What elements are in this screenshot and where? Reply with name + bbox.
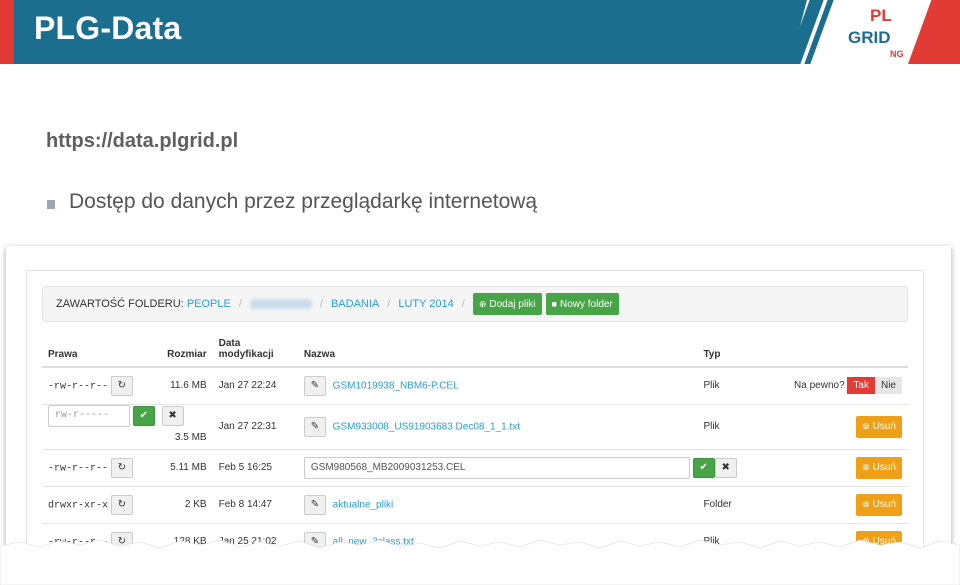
- edit-perms-button[interactable]: ↻: [110, 494, 133, 515]
- breadcrumb-item-luty[interactable]: LUTY 2014: [398, 298, 453, 310]
- name-cell: ✎ aktualne_pliki: [297, 485, 698, 523]
- confirm-yes-button[interactable]: Tak: [847, 377, 875, 395]
- rename-edit-cell: GSM980568_MB2009031253.CEL ✔ ✖: [297, 448, 758, 486]
- cancel-rename-button[interactable]: ✖: [714, 457, 737, 478]
- perms-cell: -rw-r--r-- ↻: [42, 448, 162, 486]
- col-modified: Data modyfikacji: [212, 338, 298, 368]
- size-value: 2 KB: [161, 485, 213, 523]
- header-red-accent: [0, 0, 14, 64]
- col-size: Rozmiar: [161, 338, 213, 368]
- breadcrumb-item-people[interactable]: PEOPLE: [187, 298, 231, 310]
- actions-cell: ⊗ Usuń: [757, 448, 908, 486]
- actions-cell: ⊗ Usuń: [757, 403, 908, 449]
- date-value: Jan 27 22:24: [212, 366, 298, 404]
- rename-input[interactable]: GSM980568_MB2009031253.CEL: [303, 456, 690, 479]
- size-value: 11.6 MB: [161, 366, 213, 404]
- delete-button[interactable]: ⊗ Usuń: [856, 493, 902, 516]
- delete-label: Usuń: [872, 421, 896, 432]
- table-row: rw-r----- ✔ ✖ 3.5 MB Jan 27 22:31 ✎ GSM9…: [42, 403, 908, 449]
- slide-header: PLG-Data: [0, 0, 960, 64]
- browser-screenshot: ZAWARTOŚĆ FOLDERU: PEOPLE / / BADANIA / …: [6, 246, 951, 564]
- file-table: Prawa Rozmiar Data modyfikacji Nazwa Typ…: [42, 338, 908, 560]
- remove-circle-icon: ⊗: [862, 462, 870, 472]
- slide-title: PLG-Data: [34, 10, 182, 46]
- actions-cell: ⊗ Usuń: [757, 485, 908, 523]
- accept-rename-button[interactable]: ✔: [692, 457, 715, 478]
- file-link[interactable]: GSM1019938_NBM6-P.CEL: [333, 380, 459, 391]
- cancel-perms-button[interactable]: ✖: [161, 405, 184, 426]
- rename-button[interactable]: ✎: [303, 375, 326, 396]
- col-modified-line2: modyfikacji: [218, 349, 274, 360]
- delete-label: Usuń: [872, 462, 896, 473]
- perms-edit-cell: rw-r----- ✔ ✖ 3.5 MB: [42, 403, 213, 449]
- bullet-marker: [47, 200, 55, 209]
- delete-button[interactable]: ⊗ Usuń: [856, 456, 902, 479]
- edit-perms-button[interactable]: ↻: [110, 457, 133, 478]
- date-value: Jan 27 22:31: [212, 403, 298, 449]
- accept-perms-button[interactable]: ✔: [132, 405, 155, 426]
- add-files-label: Dodaj pliki: [489, 298, 536, 310]
- remove-circle-icon: ⊗: [862, 421, 870, 431]
- remove-circle-icon: ⊗: [862, 499, 870, 509]
- date-value: Feb 8 14:47: [212, 485, 298, 523]
- confirm-question: Na pewno?: [794, 380, 845, 392]
- name-cell: ✎ GSM933008_US91903683 Dec08_1_1.txt: [297, 403, 698, 449]
- size-value: 3.5 MB: [174, 431, 207, 443]
- breadcrumb-separator: /: [387, 298, 391, 310]
- col-name: Nazwa: [297, 338, 698, 368]
- date-value: Feb 5 16:25: [212, 448, 298, 486]
- logo-ng-text: NG: [890, 49, 904, 59]
- breadcrumb-item-redacted[interactable]: [249, 299, 312, 309]
- bullet-text: Dostęp do danych przez przeglądarkę inte…: [69, 190, 538, 213]
- perms-value: -rw-r--r--: [48, 463, 109, 475]
- table-row: -rw-r--r-- ↻ 5.11 MB Feb 5 16:25 GSM9805…: [42, 448, 908, 486]
- type-value: Folder: [697, 485, 758, 523]
- logo-pl-text: PL: [870, 6, 892, 25]
- new-folder-label: Nowy folder: [559, 298, 613, 310]
- delete-button[interactable]: ⊗ Usuń: [856, 415, 902, 438]
- new-folder-button[interactable]: ■ Nowy folder: [545, 293, 619, 315]
- breadcrumb-item-badania[interactable]: BADANIA: [331, 298, 379, 310]
- folder-link[interactable]: aktualne_pliki: [333, 499, 394, 510]
- breadcrumb: ZAWARTOŚĆ FOLDERU: PEOPLE / / BADANIA / …: [42, 286, 908, 322]
- actions-cell: Na pewno? Tak Nie: [757, 366, 908, 404]
- breadcrumb-separator: /: [238, 298, 242, 310]
- size-value: 5.11 MB: [161, 448, 213, 486]
- delete-label: Usuń: [872, 499, 896, 510]
- type-value: Plik: [697, 366, 758, 404]
- col-modified-line1: Data: [218, 338, 241, 349]
- perms-value: -rw-r--r--: [48, 381, 109, 393]
- logo-grid-text: GRID: [848, 28, 891, 47]
- type-value: Plik: [697, 403, 758, 449]
- perms-cell: drwxr-xr-x ↻: [42, 485, 162, 523]
- table-row: -rw-r--r-- ↻ 11.6 MB Jan 27 22:24 ✎ GSM1…: [42, 366, 908, 404]
- add-files-button[interactable]: ⊕ Dodaj pliki: [472, 293, 542, 315]
- col-actions: [757, 338, 908, 368]
- file-link[interactable]: GSM933008_US91903683 Dec08_1_1.txt: [333, 421, 520, 432]
- plgrid-logo: PL GRID NG: [846, 6, 906, 60]
- breadcrumb-separator: /: [461, 298, 465, 310]
- table-header: Prawa Rozmiar Data modyfikacji Nazwa Typ: [42, 338, 908, 368]
- col-type: Typ: [697, 338, 758, 368]
- name-cell: ✎ GSM1019938_NBM6-P.CEL: [297, 366, 698, 404]
- rename-button[interactable]: ✎: [303, 494, 326, 515]
- perms-cell: -rw-r--r-- ↻: [42, 366, 162, 404]
- col-perms: Prawa: [42, 338, 162, 368]
- edit-perms-button[interactable]: ↻: [110, 375, 133, 396]
- rename-button[interactable]: ✎: [303, 416, 326, 437]
- table-row: drwxr-xr-x ↻ 2 KB Feb 8 14:47 ✎ aktualne…: [42, 485, 908, 523]
- perms-input[interactable]: rw-r-----: [48, 404, 130, 427]
- breadcrumb-separator: /: [319, 298, 323, 310]
- breadcrumb-prefix: ZAWARTOŚĆ FOLDERU:: [56, 298, 184, 310]
- confirm-no-button[interactable]: Nie: [874, 377, 902, 395]
- service-url: https://data.plgrid.pl: [46, 130, 239, 152]
- plus-circle-icon: ⊕: [478, 298, 487, 309]
- torn-edge: [0, 539, 960, 585]
- perms-value: drwxr-xr-x: [48, 500, 109, 512]
- folder-icon: ■: [551, 299, 557, 309]
